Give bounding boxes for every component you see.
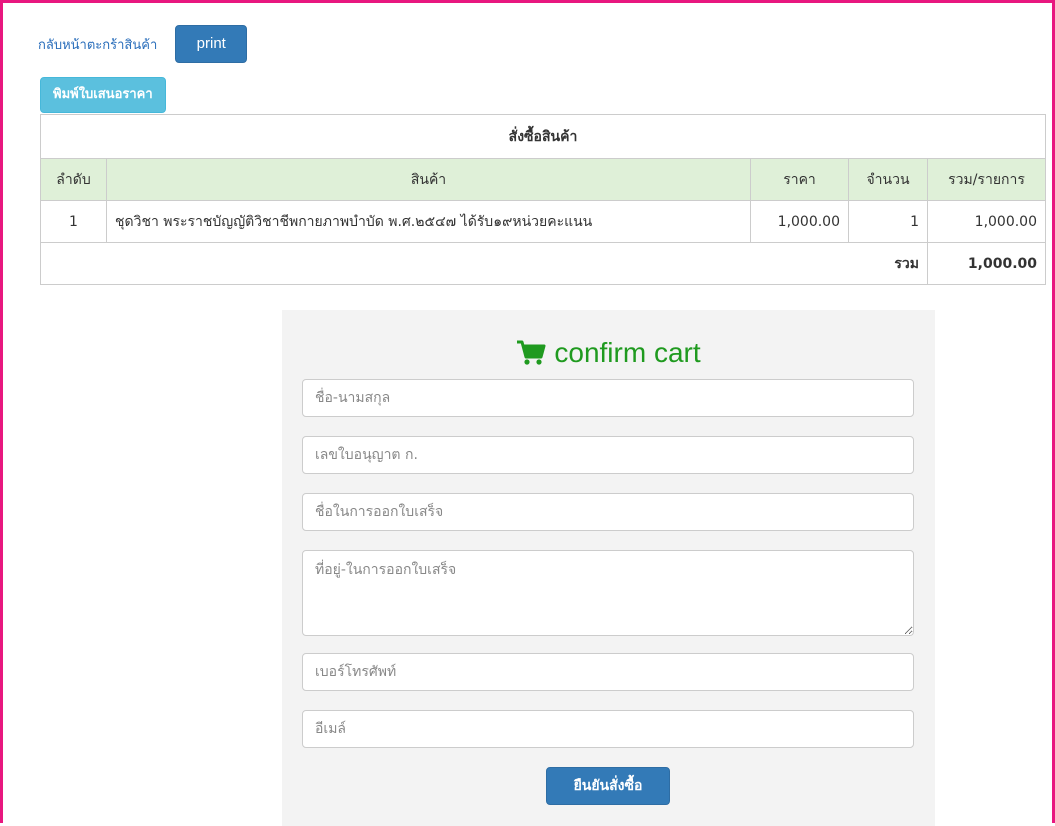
email-input[interactable] — [302, 710, 914, 748]
total-value: 1,000.00 — [927, 242, 1046, 285]
column-header-line-total: รวม/รายการ — [927, 158, 1046, 201]
order-table-header: ลำดับ สินค้า ราคา จำนวน รวม/รายการ — [40, 158, 1046, 201]
confirm-cart-title: confirm cart — [554, 337, 701, 368]
page-frame: กลับหน้าตะกร้าสินค้า print พิมพ์ใบเสนอรา… — [0, 0, 1055, 826]
row-price: 1,000.00 — [750, 200, 849, 243]
invoice-address-textarea[interactable] — [302, 550, 914, 636]
back-to-cart-link[interactable]: กลับหน้าตะกร้าสินค้า — [38, 34, 157, 55]
column-header-index: ลำดับ — [40, 158, 107, 201]
print-quotation-button[interactable]: พิมพ์ใบเสนอราคา — [40, 77, 166, 113]
phone-input[interactable] — [302, 653, 914, 691]
row-quantity: 1 — [848, 200, 928, 243]
full-name-input[interactable] — [302, 379, 914, 417]
row-product: ชุดวิชา พระราชบัญญัติวิชาชีพกายภาพบำบัด … — [106, 200, 751, 243]
confirm-cart-panel: confirm cart ยืนยันสั่งซื้อ — [282, 310, 935, 826]
table-row: 1 ชุดวิชา พระราชบัญญัติวิชาชีพกายภาพบำบั… — [40, 200, 1046, 243]
order-table-caption: สั่งซื้อสินค้า — [40, 114, 1046, 159]
invoice-name-input[interactable] — [302, 493, 914, 531]
order-table: สั่งซื้อสินค้า ลำดับ สินค้า ราคา จำนวน ร… — [40, 114, 1046, 285]
confirm-order-button[interactable]: ยืนยันสั่งซื้อ — [546, 767, 670, 805]
license-number-input[interactable] — [302, 436, 914, 474]
column-header-product: สินค้า — [106, 158, 751, 201]
total-row: รวม 1,000.00 — [40, 242, 1046, 285]
confirm-cart-heading: confirm cart — [282, 337, 935, 369]
print-button[interactable]: print — [175, 25, 248, 63]
row-index: 1 — [40, 200, 107, 243]
top-actions: กลับหน้าตะกร้าสินค้า print — [38, 25, 248, 63]
column-header-quantity: จำนวน — [848, 158, 928, 201]
total-label: รวม — [40, 242, 928, 285]
shopping-cart-icon — [516, 340, 546, 366]
row-line-total: 1,000.00 — [927, 200, 1046, 243]
column-header-price: ราคา — [750, 158, 849, 201]
